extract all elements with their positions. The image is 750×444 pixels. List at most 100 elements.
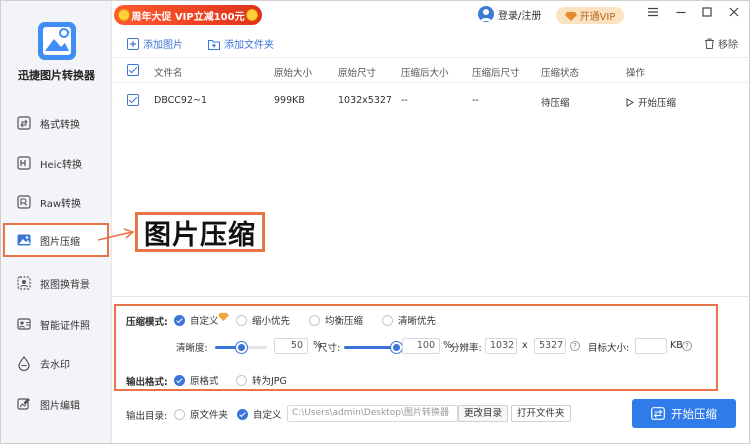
sidebar-item-image-compress[interactable]: 图片压缩: [3, 223, 109, 257]
target-size-unit: KB: [670, 340, 683, 351]
table-row[interactable]: DBCC92~1 999KB 1032x5327 -- -- 待压缩 开始压缩: [112, 88, 749, 114]
radio-unchecked: [236, 314, 247, 326]
sidebar-item-image-edit[interactable]: 图片编辑: [1, 389, 112, 419]
target-size-input[interactable]: [635, 338, 667, 354]
app-title: 迅捷图片转换器: [18, 69, 95, 82]
mode-option-label: 清晰优先: [398, 316, 437, 327]
add-folder-button[interactable]: 添加文件夹: [208, 36, 274, 51]
sidebar-item-label: Heic转换: [40, 159, 82, 171]
output-dir-label: 输出目录:: [126, 411, 168, 422]
slider-fill: [344, 346, 396, 349]
sidebar-item-label: 格式转换: [40, 119, 80, 131]
sidebar-item-label: 抠图换背景: [40, 279, 90, 291]
sidebar: 迅捷图片转换器 格式转换 Heic转换 Raw转换 图片压缩 抠图换背景 智能证…: [1, 1, 112, 443]
clarity-slider[interactable]: [215, 342, 267, 353]
promo-banner[interactable]: 周年大促 VIP立减100元: [114, 5, 262, 25]
help-icon[interactable]: ?: [570, 341, 580, 351]
help-icon[interactable]: ?: [682, 341, 692, 351]
original-size: 999KB: [274, 95, 305, 106]
menu-icon[interactable]: [645, 6, 661, 22]
row-action-label: 开始压缩: [638, 98, 677, 109]
resolution-separator: x: [522, 340, 528, 351]
clarity-input[interactable]: 50: [274, 338, 308, 354]
mode-clarity-radio[interactable]: 清晰优先: [382, 313, 436, 327]
output-path-input[interactable]: C:\Users\admin\Desktop\图片转换器: [287, 405, 458, 422]
sidebar-item-format-convert[interactable]: 格式转换: [1, 108, 112, 138]
size-input[interactable]: 100: [402, 338, 440, 354]
mode-custom-radio[interactable]: 自定义: [174, 312, 229, 327]
mode-option-label: 缩小优先: [252, 316, 291, 327]
remove-button[interactable]: 移除: [704, 36, 738, 51]
sidebar-item-label: 去水印: [40, 359, 70, 371]
sidebar-item-id-photo[interactable]: 智能证件照: [1, 309, 112, 339]
format-jpg-radio[interactable]: 转为JPG: [236, 373, 287, 387]
output-source-radio[interactable]: 原文件夹: [174, 407, 228, 421]
format-original-radio[interactable]: 原格式: [174, 373, 219, 387]
diamond-icon: [564, 11, 577, 21]
coin-icon: [246, 9, 258, 21]
image-edit-icon: [17, 398, 30, 410]
size-label: 尺寸:: [318, 343, 341, 354]
change-dir-button[interactable]: 更改目录: [458, 405, 509, 422]
output-custom-radio[interactable]: 自定义: [237, 407, 282, 421]
image-compress-icon: [17, 234, 31, 246]
size-slider[interactable]: [344, 342, 402, 353]
sidebar-item-cutout[interactable]: 抠图换背景: [1, 268, 112, 298]
sidebar-item-heic[interactable]: Heic转换: [1, 148, 112, 178]
trash-icon: [705, 38, 714, 49]
vip-diamond-icon: [217, 312, 229, 321]
column-header: 文件名: [154, 68, 183, 79]
format-option-label: 转为JPG: [252, 376, 287, 387]
table-header: 文件名 原始大小 原始尺寸 压缩后大小 压缩后尺寸 压缩状态 操作: [112, 57, 749, 83]
vip-label: 开通VIP: [579, 12, 616, 23]
callout-arrow: [97, 228, 135, 241]
file-name: DBCC92~1: [154, 95, 208, 106]
add-image-icon: [127, 37, 139, 50]
maximize-icon[interactable]: [699, 6, 715, 22]
add-folder-icon: [208, 39, 220, 50]
row-checkbox[interactable]: [127, 94, 139, 106]
format-option-label: 原格式: [190, 376, 219, 387]
column-header: 原始大小: [274, 68, 313, 79]
sidebar-item-raw[interactable]: Raw转换: [1, 187, 112, 217]
mode-shrink-radio[interactable]: 缩小优先: [236, 313, 290, 327]
heic-icon: [17, 156, 31, 170]
resolution-width-input[interactable]: 1032: [485, 338, 517, 354]
clarity-label: 清晰度:: [176, 343, 208, 354]
format-label: 输出格式:: [126, 377, 168, 388]
mode-label: 压缩模式:: [126, 317, 168, 328]
slider-knob[interactable]: [236, 342, 247, 353]
mode-option-label: 自定义: [190, 316, 219, 327]
compressed-size: --: [401, 95, 408, 106]
login-button[interactable]: 登录/注册: [478, 6, 541, 22]
vip-button[interactable]: 开通VIP: [556, 7, 624, 24]
start-compress-button[interactable]: 开始压缩: [632, 399, 736, 428]
select-all-checkbox[interactable]: [127, 64, 139, 76]
column-header: 原始尺寸: [338, 68, 377, 79]
radio-unchecked: [382, 314, 393, 326]
open-folder-button[interactable]: 打开文件夹: [511, 405, 571, 422]
sidebar-item-label: Raw转换: [40, 198, 82, 210]
resolution-height-input[interactable]: 5327: [534, 338, 566, 354]
callout-label: 图片压缩: [135, 212, 265, 252]
add-image-label: 添加图片: [143, 40, 183, 51]
close-icon[interactable]: [726, 6, 742, 22]
compress-status: 待压缩: [541, 98, 570, 109]
column-header: 压缩状态: [541, 68, 580, 79]
add-folder-label: 添加文件夹: [224, 40, 274, 51]
minimize-icon[interactable]: [673, 6, 689, 22]
radio-unchecked: [309, 314, 320, 326]
radio-checked: [237, 408, 248, 420]
app-logo-icon: [38, 22, 76, 60]
sidebar-item-label: 图片压缩: [40, 236, 80, 248]
add-image-button[interactable]: 添加图片: [127, 36, 183, 51]
slider-knob[interactable]: [391, 342, 402, 353]
cutout-icon: [17, 276, 31, 290]
avatar: [478, 6, 494, 22]
mode-balanced-radio[interactable]: 均衡压缩: [309, 313, 363, 327]
sidebar-item-watermark[interactable]: 去水印: [1, 348, 112, 378]
radio-unchecked: [174, 408, 185, 420]
row-start-compress-button[interactable]: 开始压缩: [626, 95, 676, 109]
column-header: 压缩后尺寸: [472, 68, 520, 79]
output-option-label: 原文件夹: [190, 410, 229, 421]
